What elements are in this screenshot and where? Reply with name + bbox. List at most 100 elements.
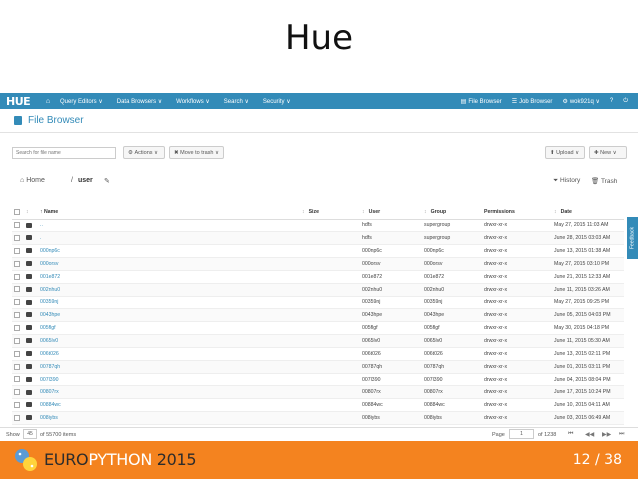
header-permissions[interactable]: Permissions [484,206,554,220]
row-checkbox[interactable] [12,398,26,413]
row-name[interactable]: 008iybs [40,411,302,425]
table-row[interactable]: 008iybs 008iybs 008iybs drwxr-xr-x June 03, … [12,411,624,425]
next-page-icon[interactable]: ▶▶ [602,431,611,438]
row-checkbox[interactable] [12,360,26,374]
table-row[interactable]: 00787qh 00787qh 00787qh drwxr-xr-x June 01, … [12,360,624,374]
row-name[interactable]: .. [40,219,302,233]
row-name-link[interactable]: 00884wc [40,402,61,408]
page-size-select[interactable]: 45 [23,429,37,439]
breadcrumb-user[interactable]: user [78,177,93,184]
hue-logo[interactable]: HUE [6,95,36,108]
row-checkbox[interactable] [12,231,26,246]
row-name[interactable]: 00359nj [40,296,302,310]
logout-icon[interactable]: ⏻ [623,98,628,105]
header-date[interactable]: ↕ Date [554,206,624,220]
row-name-link[interactable]: 006t026 [40,351,59,357]
nav-search[interactable]: Search ∨ [224,98,249,105]
row-name-link[interactable]: 00359nj [40,299,58,305]
table-row[interactable]: 0065lv0 0065lv0 0065lv0 drwxr-xr-x June 11, … [12,334,624,348]
row-checkbox[interactable] [12,347,26,361]
row-name[interactable]: 000orsv [40,257,302,271]
search-input[interactable] [12,147,116,159]
table-row[interactable]: . hdfs supergroup drwxr-xr-x June 28, 2015 0… [12,231,624,246]
table-row[interactable]: 002nhu0 002nhu0 002nhu0 drwxr-xr-x June 11, … [12,283,624,297]
pencil-icon[interactable]: ✎ [104,177,110,185]
table-row[interactable]: 000np6c 000np6c 000np6c drwxr-xr-x June 13, … [12,244,624,259]
row-name-link[interactable]: 00807rx [40,389,59,395]
nav-job-browser[interactable]: ☰ Job Browser [512,98,553,105]
history-link[interactable]: ⏷ History [553,177,580,185]
nav-security[interactable]: Security ∨ [263,98,291,105]
row-name[interactable]: 0043hpe [40,308,302,323]
row-checkbox[interactable] [12,334,26,348]
row-name-link[interactable]: 008iybs [40,415,58,421]
row-checkbox[interactable] [12,283,26,297]
row-checkbox[interactable] [12,308,26,323]
header-name[interactable]: ↑ Name [40,206,302,220]
row-name-link[interactable]: 0065lv0 [40,338,58,344]
row-name-link[interactable]: . [40,235,41,241]
row-name-link[interactable]: 005flgf [40,325,56,331]
actions-button[interactable]: ⚙ Actions ∨ [123,146,165,159]
table-row[interactable]: 00807rx 00807rx 00807rx drwxr-xr-x June 17, … [12,385,624,400]
row-name[interactable]: 00787qh [40,360,302,374]
table-row[interactable]: 005flgf 005flgf 005flgf drwxr-xr-x May 30, 2… [12,321,624,336]
upload-button[interactable]: ⬆ Upload ∨ [545,146,585,159]
row-name[interactable]: 001e872 [40,270,302,284]
row-checkbox[interactable] [12,411,26,425]
row-checkbox[interactable] [12,257,26,271]
row-name-link[interactable]: 007l390 [40,377,58,383]
row-checkbox[interactable] [12,244,26,259]
prev-page-icon[interactable]: ◀◀ [585,431,594,438]
row-name[interactable]: 00807rx [40,385,302,400]
row-name[interactable]: . [40,231,302,246]
row-checkbox[interactable] [12,385,26,400]
trash-link[interactable]: 🗑 Trash [591,177,617,185]
help-icon[interactable]: ? [610,98,613,104]
row-checkbox[interactable] [12,219,26,233]
row-name[interactable]: 006t026 [40,347,302,361]
home-icon[interactable]: ⌂ [36,98,60,105]
row-name[interactable]: 002nhu0 [40,283,302,297]
table-row[interactable]: 006t026 006t026 006t026 drwxr-xr-x June 13, … [12,347,624,361]
row-name[interactable]: 00884wc [40,398,302,413]
table-row[interactable]: .. hdfs supergroup drwxr-xr-x May 27, 2015 1… [12,219,624,233]
header-size[interactable]: ↕ Size [302,206,362,220]
row-name[interactable]: 0065lv0 [40,334,302,348]
row-name-link[interactable]: 000np6c [40,248,60,254]
row-checkbox[interactable] [12,321,26,336]
move-to-trash-button[interactable]: ✖ Move to trash ∨ [169,146,224,159]
row-name-link[interactable]: 001e872 [40,274,60,280]
feedback-tab[interactable]: Feedback [627,217,638,259]
first-page-icon[interactable]: ⏮ [568,431,573,438]
row-name-link[interactable]: 0043hpe [40,312,60,318]
header-group[interactable]: ↕ Group [424,206,484,220]
nav-query-editors[interactable]: Query Editors ∨ [60,98,103,105]
row-checkbox[interactable] [12,373,26,387]
nav-data-browsers[interactable]: Data Browsers ∨ [117,98,162,105]
row-name-link[interactable]: 002nhu0 [40,287,60,293]
row-name[interactable]: 000np6c [40,244,302,259]
row-name-link[interactable]: 000orsv [40,261,58,267]
row-name[interactable]: 005flgf [40,321,302,336]
table-row[interactable]: 007l390 007l390 007l390 drwxr-xr-x June 04, … [12,373,624,387]
row-name[interactable]: 007l390 [40,373,302,387]
select-all-checkbox[interactable] [12,206,26,220]
nav-user-menu[interactable]: ⚙ wok921q ∨ [562,98,599,105]
table-row[interactable]: 00359nj 00359nj 00359nj drwxr-xr-x May 27, 2… [12,296,624,310]
row-name-link[interactable]: .. [40,222,43,228]
breadcrumb-home[interactable]: ⌂ Home [20,177,45,184]
nav-file-browser[interactable]: ▤ File Browser [461,98,502,105]
header-user[interactable]: ↕ User [362,206,424,220]
page-number-input[interactable]: 1 [509,429,534,439]
table-row[interactable]: 001e872 001e872 001e872 drwxr-xr-x June 21, … [12,270,624,284]
last-page-icon[interactable]: ⏭ [619,431,624,438]
row-checkbox[interactable] [12,296,26,310]
table-row[interactable]: 0043hpe 0043hpe 0043hpe drwxr-xr-x June 05, … [12,308,624,323]
nav-workflows[interactable]: Workflows ∨ [176,98,210,105]
new-button[interactable]: ✚ New ∨ [589,146,627,159]
row-checkbox[interactable] [12,270,26,284]
row-name-link[interactable]: 00787qh [40,364,60,370]
table-row[interactable]: 000orsv 000orsv 000orsv drwxr-xr-x May 27, 2… [12,257,624,271]
table-row[interactable]: 00884wc 00884wc 00884wc drwxr-xr-x June 10, … [12,398,624,413]
